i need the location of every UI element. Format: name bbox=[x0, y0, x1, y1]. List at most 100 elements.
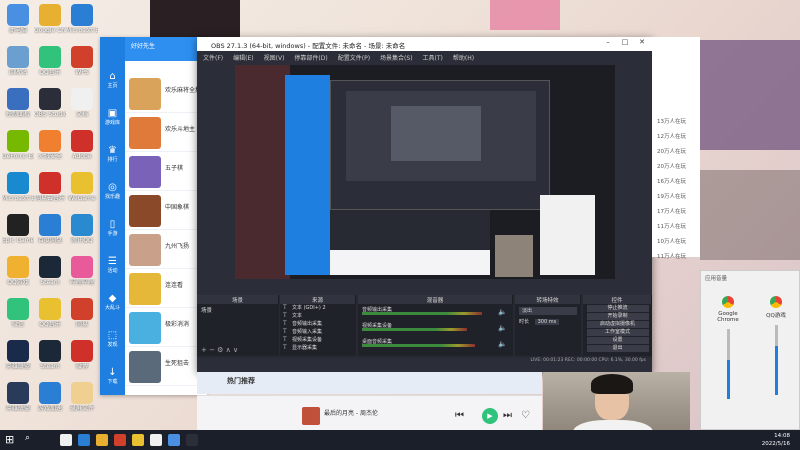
desktop-icon[interactable]: QQ音乐 bbox=[34, 46, 66, 76]
desktop-icon[interactable]: WeGame bbox=[66, 172, 98, 202]
menu-item[interactable]: 编辑(E) bbox=[233, 55, 253, 62]
game-item[interactable]: 连连看 bbox=[125, 270, 207, 308]
desktop-icon[interactable]: 英雄联盟 bbox=[2, 382, 34, 412]
control-button[interactable]: 启动虚拟摄像机 bbox=[586, 321, 649, 328]
obs-preview-canvas[interactable] bbox=[235, 65, 615, 279]
volume-meter[interactable] bbox=[362, 328, 467, 331]
obs-titlebar[interactable]: OBS 27.1.3 (64-bit, windows) - 配置文件: 未命名… bbox=[197, 37, 652, 51]
game-item[interactable]: 极彩消消 bbox=[125, 309, 207, 347]
sidebar-item[interactable]: ⬚ 发现 bbox=[100, 330, 125, 348]
desktop-icon[interactable]: 网易云音乐 bbox=[34, 172, 66, 202]
sidebar-item[interactable]: ⌂ 主页 bbox=[100, 71, 125, 89]
desktop-icon[interactable]: Steam bbox=[34, 340, 66, 370]
game-item[interactable]: 欢乐麻将全集 bbox=[125, 75, 207, 113]
source-item[interactable]: 文本 bbox=[280, 312, 356, 320]
source-item[interactable]: 视频采集设备 bbox=[280, 336, 356, 344]
desktop-icon[interactable]: Microsoft Edge bbox=[2, 172, 34, 202]
menu-item[interactable]: 场景集合(S) bbox=[380, 55, 413, 62]
scene-item[interactable]: 场景 bbox=[197, 304, 279, 316]
launcher-header[interactable]: 好好先生 bbox=[125, 37, 207, 61]
desktop-icon[interactable]: QQ音乐 bbox=[34, 298, 66, 328]
volume-slider[interactable] bbox=[774, 325, 778, 395]
taskbar-app[interactable] bbox=[150, 434, 162, 446]
taskbar-app[interactable] bbox=[132, 434, 144, 446]
sidebar-item[interactable]: ◆ 大乱斗 bbox=[100, 293, 125, 311]
desktop-icon[interactable]: 微信 bbox=[2, 298, 34, 328]
sidebar-item[interactable]: ☰ 活动 bbox=[100, 256, 125, 274]
play-pause-button[interactable]: ▶ bbox=[482, 408, 498, 424]
desktop-icon[interactable]: 控制面板 bbox=[2, 88, 34, 118]
taskbar-app[interactable] bbox=[78, 434, 90, 446]
desktop-icon[interactable]: 网易 bbox=[66, 298, 98, 328]
source-item[interactable]: 文本 (GDI+) 2 bbox=[280, 304, 356, 312]
desktop-icon[interactable]: 哔哩哔哩 bbox=[66, 256, 98, 286]
clock[interactable]: 14:08 2022/5/16 bbox=[762, 432, 790, 448]
sidebar-item[interactable]: ↓ 下载 bbox=[100, 367, 125, 385]
menu-item[interactable]: 工具(T) bbox=[423, 55, 443, 62]
close-icon[interactable]: ✕ bbox=[634, 38, 650, 49]
taskbar-app[interactable] bbox=[168, 434, 180, 446]
source-item[interactable]: 音频输入采集 bbox=[280, 328, 356, 336]
desktop-icon[interactable]: Steam bbox=[34, 256, 66, 286]
volume-meter[interactable] bbox=[362, 344, 475, 347]
menu-item[interactable]: 配置文件(P) bbox=[338, 55, 370, 62]
sidebar-item[interactable]: ♛ 排行 bbox=[100, 145, 125, 163]
desktop-icon[interactable]: 火绒安全 bbox=[34, 130, 66, 160]
next-icon[interactable]: ⏭ bbox=[503, 410, 512, 421]
like-icon[interactable]: ♡ bbox=[521, 410, 530, 421]
desktop-icon[interactable]: QQ游戏 bbox=[2, 256, 34, 286]
desktop-icon[interactable]: Microsoft Edge bbox=[66, 4, 98, 34]
game-item[interactable]: 中国象棋 bbox=[125, 192, 207, 230]
source-item[interactable]: 音频输出采集 bbox=[280, 320, 356, 328]
desktop-icon[interactable]: OBS Studio bbox=[34, 88, 66, 118]
menu-item[interactable]: 帮助(H) bbox=[453, 55, 474, 62]
game-item[interactable]: 九州飞扬 bbox=[125, 231, 207, 269]
speaker-icon[interactable]: 🔈 bbox=[498, 308, 507, 316]
search-icon[interactable]: ⌕ bbox=[25, 433, 30, 443]
desktop-icon[interactable]: 录屏文件 bbox=[66, 382, 98, 412]
maximize-icon[interactable]: □ bbox=[617, 38, 633, 49]
control-button[interactable]: 停止推流 bbox=[586, 305, 649, 312]
scene-toolbar[interactable]: + − ⚙ ∧ ∨ bbox=[201, 346, 238, 354]
desktop-icon[interactable]: Google Chrome bbox=[34, 4, 66, 34]
desktop-icon[interactable]: 英雄联盟 bbox=[2, 340, 34, 370]
source-item[interactable]: 显示器采集 bbox=[280, 344, 356, 352]
transition-select[interactable]: 淡出 bbox=[519, 307, 577, 315]
volume-slider[interactable] bbox=[726, 329, 730, 399]
minimize-icon[interactable]: – bbox=[600, 38, 616, 49]
desktop-icon[interactable]: Adobe bbox=[66, 130, 98, 160]
taskbar-app[interactable] bbox=[96, 434, 108, 446]
desktop-icon[interactable]: Epic Games bbox=[2, 214, 34, 244]
duration-input[interactable]: 300 ms bbox=[534, 319, 560, 325]
control-button[interactable]: 设置 bbox=[586, 337, 649, 344]
desktop-icon[interactable]: WPS bbox=[66, 46, 98, 76]
desktop-icon[interactable]: 此电脑 bbox=[2, 4, 34, 34]
album-cover[interactable] bbox=[302, 407, 320, 425]
volume-meter[interactable] bbox=[362, 312, 482, 315]
menu-item[interactable]: 停靠部件(D) bbox=[294, 55, 327, 62]
desktop-icon[interactable]: 文档 bbox=[66, 88, 98, 118]
speaker-icon[interactable]: 🔈 bbox=[498, 324, 507, 332]
sidebar-item[interactable]: ◎ 找乐趣 bbox=[100, 182, 125, 200]
desktop-icon[interactable]: 微博 bbox=[66, 340, 98, 370]
desktop-icon[interactable]: 百度网盘 bbox=[34, 214, 66, 244]
sidebar-item[interactable]: ▯ 手游 bbox=[100, 219, 125, 237]
start-icon[interactable]: ⊞ bbox=[5, 433, 14, 446]
menu-item[interactable]: 视图(V) bbox=[264, 55, 285, 62]
taskbar-app[interactable] bbox=[186, 434, 198, 446]
menu-item[interactable]: 文件(F) bbox=[203, 55, 223, 62]
control-button[interactable]: 开始录制 bbox=[586, 313, 649, 320]
desktop-icon[interactable]: 腾讯QQ bbox=[66, 214, 98, 244]
game-item[interactable]: 欢乐斗地主 bbox=[125, 114, 207, 152]
speaker-icon[interactable]: 🔈 bbox=[498, 340, 507, 348]
control-button[interactable]: 退出 bbox=[586, 345, 649, 352]
desktop-icon[interactable]: GeForce Experience bbox=[2, 130, 34, 160]
control-button[interactable]: 工作室模式 bbox=[586, 329, 649, 336]
desktop-icon[interactable]: 游戏加速 bbox=[34, 382, 66, 412]
sidebar-item[interactable]: ▣ 游戏库 bbox=[100, 108, 125, 126]
taskbar-app[interactable] bbox=[114, 434, 126, 446]
desktop-icon[interactable]: 回收站 bbox=[2, 46, 34, 76]
taskbar-app[interactable] bbox=[60, 434, 72, 446]
game-item[interactable]: 生死狙击 bbox=[125, 348, 207, 386]
game-item[interactable]: 五子棋 bbox=[125, 153, 207, 191]
